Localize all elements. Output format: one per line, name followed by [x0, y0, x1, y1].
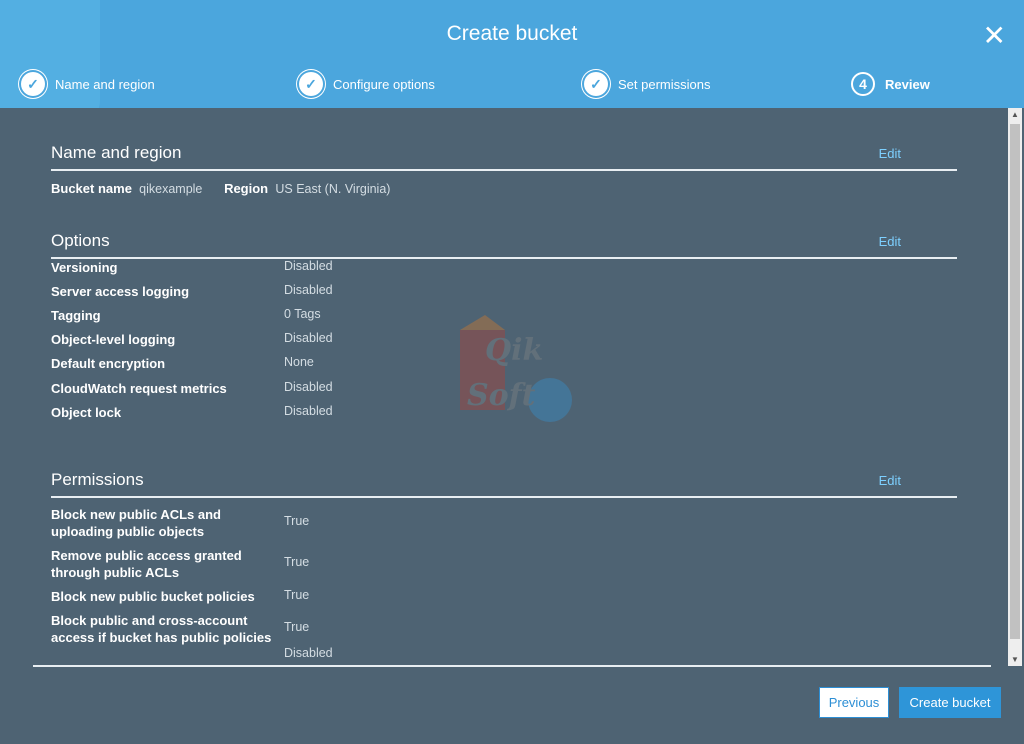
row-value: True — [284, 514, 310, 528]
previous-button[interactable]: Previous — [819, 687, 889, 718]
row-label: Versioning — [51, 260, 118, 275]
region-value: US East (N. Virginia) — [275, 182, 391, 196]
edit-permissions-link[interactable]: Edit — [879, 473, 901, 490]
row-label: Tagging — [51, 308, 101, 323]
row-value: Disabled — [284, 259, 333, 273]
scroll-down-icon[interactable]: ▼ — [1008, 655, 1022, 664]
edit-name-region-link[interactable]: Edit — [879, 146, 901, 163]
row-value: True — [284, 620, 310, 634]
check-icon: ✓ — [21, 72, 45, 96]
row-value: True — [284, 555, 310, 569]
step-set-permissions[interactable]: ✓ Set permissions — [584, 72, 710, 96]
row-label: Remove public access granted through pub… — [51, 548, 242, 580]
step-configure-options[interactable]: ✓ Configure options — [299, 72, 435, 96]
create-bucket-button[interactable]: Create bucket — [899, 687, 1001, 718]
row-label: Object-level logging — [51, 332, 176, 347]
step-label: Set permissions — [618, 76, 711, 92]
row-label: CloudWatch request metrics — [51, 381, 227, 396]
scrollbar-thumb[interactable] — [1010, 124, 1020, 639]
qiksoft-watermark-logo: Qik Soft — [460, 315, 572, 422]
row-label: Block new public bucket policies — [51, 589, 255, 604]
check-icon: ✓ — [299, 72, 323, 96]
section-name-region: Name and region Edit Bucket name qikexamp… — [51, 143, 957, 196]
step-label: Configure options — [333, 76, 435, 92]
check-icon: ✓ — [584, 72, 608, 96]
close-icon[interactable]: ✕ — [983, 22, 1006, 50]
svg-text:Qik: Qik — [485, 333, 543, 368]
row-value: Disabled — [284, 283, 333, 297]
section-permissions: Permissions Edit Block new public ACLs an… — [51, 470, 957, 666]
step-name-region[interactable]: ✓ Name and region — [21, 72, 155, 96]
row-label: Block new public ACLs and uploading publ… — [51, 507, 221, 539]
bucket-name-value: qikexample — [139, 182, 203, 196]
section-heading: Permissions — [51, 470, 144, 489]
row-value: Disabled — [284, 331, 333, 345]
row-value: 0 Tags — [284, 307, 321, 321]
step-review[interactable]: 4 Review — [851, 72, 930, 96]
dialog-title: Create bucket — [446, 22, 578, 45]
row-value: None — [284, 355, 314, 369]
row-label: Server access logging — [51, 284, 190, 299]
row-value: Disabled — [284, 404, 333, 418]
step-number: 4 — [851, 72, 875, 96]
row-value: Disabled — [284, 380, 333, 394]
step-label: Name and region — [55, 76, 155, 92]
step-label: Review — [885, 76, 930, 92]
bucket-name-label: Bucket name — [51, 181, 132, 196]
section-heading: Name and region — [51, 143, 182, 162]
region-label: Region — [224, 181, 269, 196]
scroll-up-icon[interactable]: ▲ — [1008, 110, 1022, 119]
row-label: Object lock — [51, 405, 122, 420]
section-heading: Options — [51, 231, 110, 250]
edit-options-link[interactable]: Edit — [879, 234, 901, 251]
row-value: True — [284, 588, 310, 602]
svg-text:Soft: Soft — [467, 378, 536, 413]
row-label: Default encryption — [51, 356, 166, 371]
wizard-header: Create bucket ✕ ✓ Name and region ✓ Config… — [0, 0, 1024, 108]
divider — [33, 665, 991, 667]
row-label: Block public and cross-account access if… — [51, 613, 272, 645]
scrollbar[interactable]: ▲ ▼ — [1008, 108, 1022, 666]
row-value: Disabled — [284, 646, 333, 660]
